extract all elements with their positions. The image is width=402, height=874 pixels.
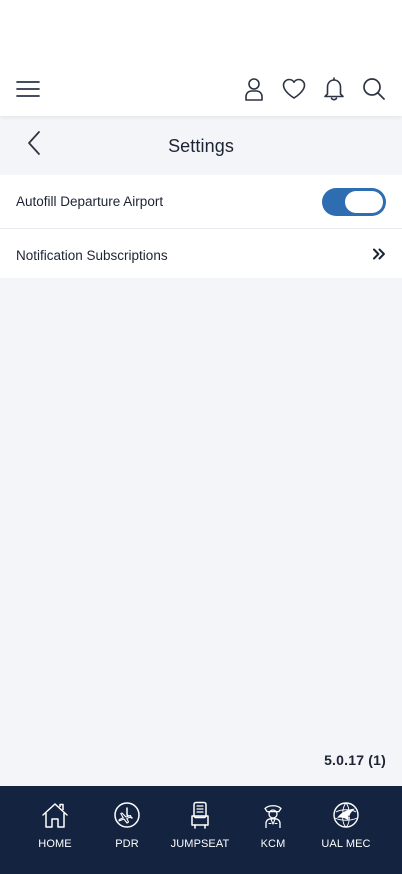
nav-item-pdr[interactable]: PDR — [91, 786, 163, 874]
autofill-departure-airport-row: Autofill Departure Airport — [0, 175, 402, 229]
bottom-navigation: HOME PDR JUMPSEAT KCM UAL MEC — [0, 786, 402, 874]
jumpseat-icon — [185, 800, 215, 830]
nav-item-kcm[interactable]: KCM — [237, 786, 309, 874]
nav-label: UAL MEC — [321, 838, 371, 850]
page-header: Settings — [0, 116, 402, 175]
search-icon[interactable] — [358, 73, 390, 105]
back-button[interactable] — [18, 129, 50, 161]
profile-icon[interactable] — [238, 73, 270, 105]
nav-item-jumpseat[interactable]: JUMPSEAT — [164, 786, 236, 874]
pilot-icon — [258, 800, 288, 830]
top-safe-area — [0, 0, 402, 60]
pdr-clock-plane-icon — [112, 800, 142, 830]
settings-screen: Settings Autofill Departure Airport Noti… — [0, 0, 402, 874]
nav-label: HOME — [38, 838, 72, 850]
alpa-globe-icon — [331, 800, 361, 830]
top-app-bar — [0, 60, 402, 116]
bell-icon[interactable] — [318, 73, 350, 105]
nav-label: JUMPSEAT — [170, 838, 230, 850]
app-version: 5.0.17 (1) — [324, 752, 386, 768]
nav-label: KCM — [260, 838, 286, 850]
setting-label: Autofill Departure Airport — [16, 194, 164, 209]
double-chevron-right-icon[interactable] — [370, 246, 388, 262]
autofill-departure-airport-toggle[interactable] — [322, 188, 386, 216]
nav-item-home[interactable]: HOME — [19, 786, 91, 874]
setting-label: Notification Subscriptions — [16, 248, 168, 263]
nav-item-ual-mec[interactable]: UAL MEC — [310, 786, 382, 874]
home-icon — [40, 800, 70, 830]
settings-list: Autofill Departure Airport Notification … — [0, 175, 402, 278]
page-title: Settings — [168, 136, 234, 156]
hamburger-menu-icon[interactable] — [12, 73, 44, 105]
toggle-knob — [345, 191, 383, 213]
notification-subscriptions-row[interactable]: Notification Subscriptions — [0, 229, 402, 278]
nav-label: PDR — [115, 838, 139, 850]
chevron-left-icon — [26, 130, 42, 161]
heart-icon[interactable] — [278, 73, 310, 105]
